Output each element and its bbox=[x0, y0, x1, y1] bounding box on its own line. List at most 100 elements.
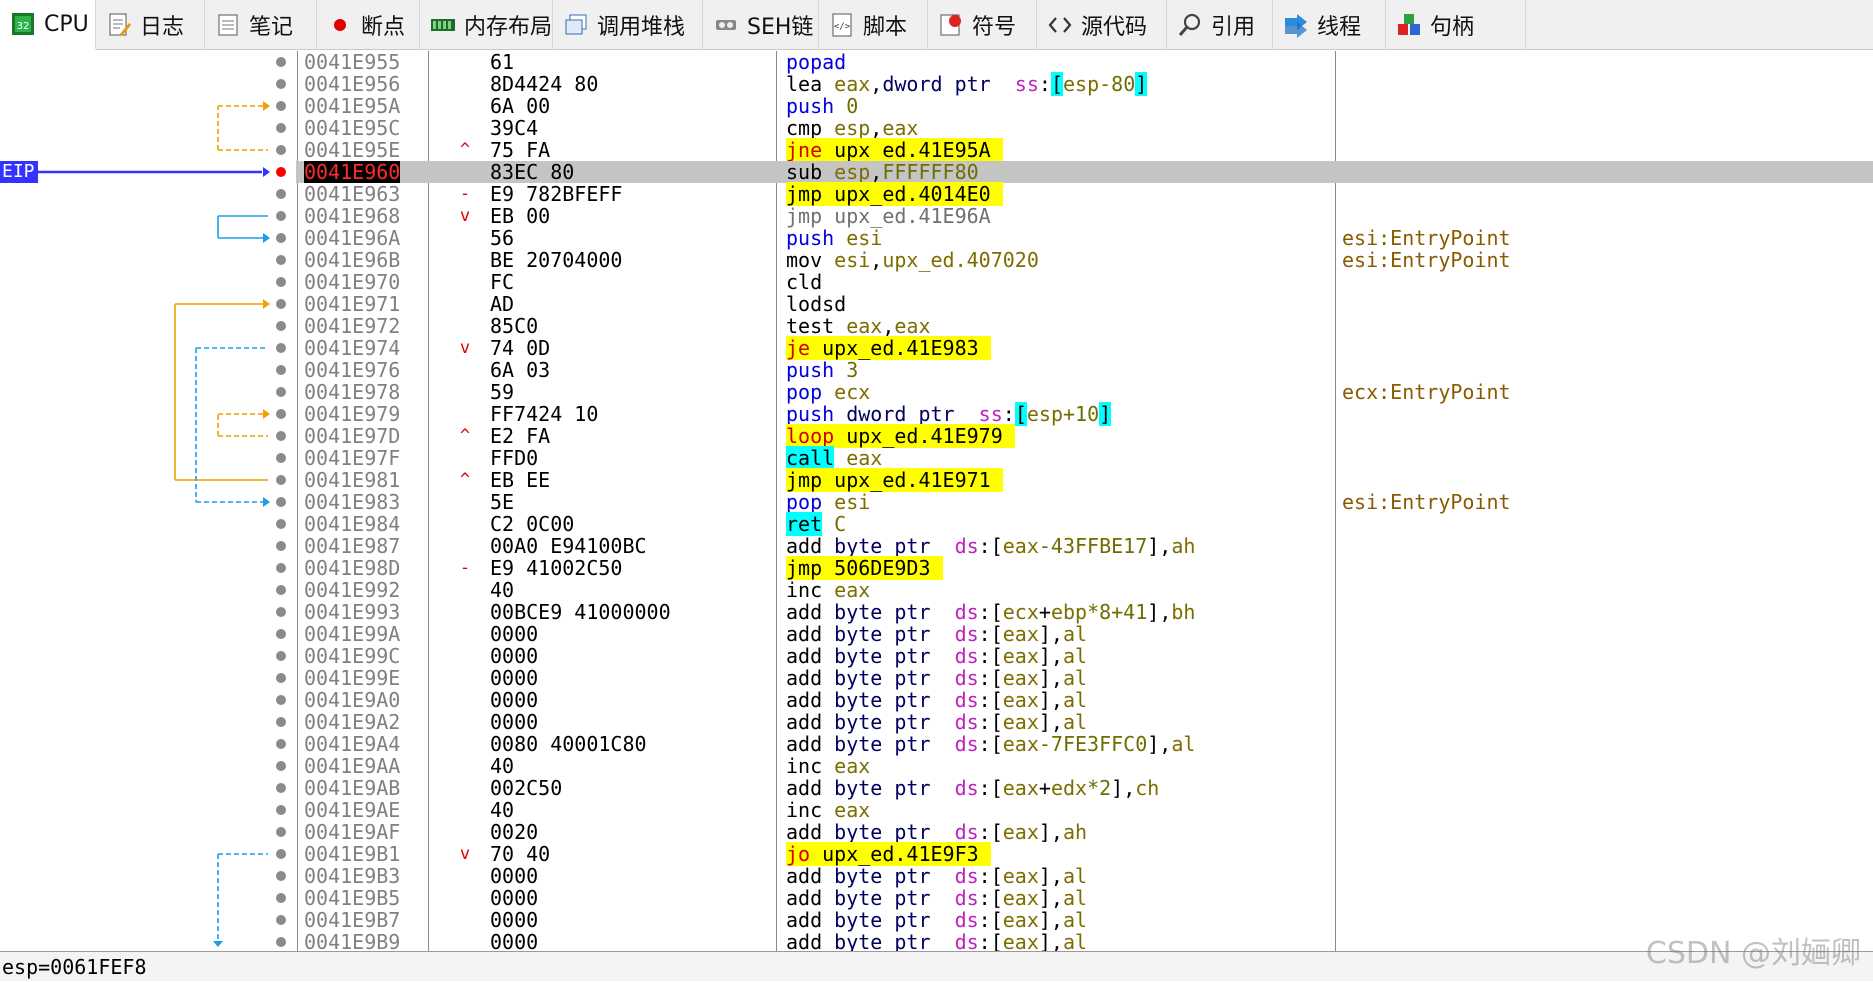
instruction-address[interactable]: 0041E9B1 bbox=[304, 843, 400, 865]
instruction-address[interactable]: 0041E99E bbox=[304, 667, 400, 689]
instruction-bytes[interactable]: 0020 bbox=[490, 821, 538, 843]
instruction-bytes[interactable]: 0000 bbox=[490, 645, 538, 667]
instruction-bytes[interactable]: C2 0C00 bbox=[490, 513, 574, 535]
instruction-bytes[interactable]: FF7424 10 bbox=[490, 403, 598, 425]
instruction-bytes[interactable]: EB EE bbox=[490, 469, 550, 491]
gutter-dot-icon[interactable] bbox=[276, 343, 286, 353]
comment-text[interactable]: esi:EntryPoint bbox=[1342, 491, 1511, 513]
disassembly-text[interactable]: add byte ptr ds:[eax+edx*2],ch bbox=[786, 777, 1159, 799]
tab-handles[interactable]: 句柄 bbox=[1386, 0, 1526, 50]
gutter-dot-icon[interactable] bbox=[276, 145, 286, 155]
gutter-dot-icon[interactable] bbox=[276, 79, 286, 89]
gutter-dot-icon[interactable] bbox=[276, 937, 286, 947]
instruction-bytes[interactable]: 002C50 bbox=[490, 777, 562, 799]
gutter-dot-icon[interactable] bbox=[276, 387, 286, 397]
instruction-bytes[interactable]: 00BCE9 41000000 bbox=[490, 601, 671, 623]
gutter-dot-icon[interactable] bbox=[276, 585, 286, 595]
instruction-bytes[interactable]: 0000 bbox=[490, 909, 538, 931]
disassembly-text[interactable]: add byte ptr ds:[eax],al bbox=[786, 645, 1087, 667]
instruction-address[interactable]: 0041E9B5 bbox=[304, 887, 400, 909]
instruction-address[interactable]: 0041E972 bbox=[304, 315, 400, 337]
disassembly-text[interactable]: pop esi bbox=[786, 491, 870, 513]
gutter-dot-icon[interactable] bbox=[276, 717, 286, 727]
instruction-address[interactable]: 0041E9A2 bbox=[304, 711, 400, 733]
disassembly-text[interactable]: add byte ptr ds:[ecx+ebp*8+41],bh bbox=[786, 601, 1195, 623]
instruction-bytes[interactable]: 0000 bbox=[490, 865, 538, 887]
tab-symbols[interactable]: 符号 bbox=[928, 0, 1037, 50]
disassembly-text[interactable]: inc eax bbox=[786, 799, 870, 821]
gutter-dot-icon[interactable] bbox=[276, 629, 286, 639]
gutter-dot-icon[interactable] bbox=[276, 761, 286, 771]
gutter-dot-icon[interactable] bbox=[276, 365, 286, 375]
disassembly-text[interactable]: add byte ptr ds:[eax],al bbox=[786, 865, 1087, 887]
gutter-dot-icon[interactable] bbox=[276, 607, 286, 617]
instruction-address[interactable]: 0041E96B bbox=[304, 249, 400, 271]
gutter-dot-icon[interactable] bbox=[276, 739, 286, 749]
instruction-address[interactable]: 0041E97F bbox=[304, 447, 400, 469]
instruction-bytes[interactable]: 0000 bbox=[490, 711, 538, 733]
gutter-dot-icon[interactable] bbox=[276, 805, 286, 815]
disassembly-text[interactable]: inc eax bbox=[786, 755, 870, 777]
disassembly-text[interactable]: je upx_ed.41E983 bbox=[786, 336, 991, 360]
disassembly-text[interactable]: push esi bbox=[786, 227, 882, 249]
disassembly-text[interactable]: lodsd bbox=[786, 293, 846, 315]
disassembly-text[interactable]: add byte ptr ds:[eax-43FFBE17],ah bbox=[786, 535, 1195, 557]
disassembly-text[interactable]: ret C bbox=[786, 512, 846, 536]
disassembly-text[interactable]: add byte ptr ds:[eax],al bbox=[786, 711, 1087, 733]
disassembly-text[interactable]: push 0 bbox=[786, 95, 858, 117]
instruction-address[interactable]: 0041E9B9 bbox=[304, 931, 400, 951]
gutter-dot-icon[interactable] bbox=[276, 475, 286, 485]
instruction-address[interactable]: 0041E971 bbox=[304, 293, 400, 315]
disassembly-text[interactable]: jmp upx_ed.4014E0 bbox=[786, 182, 1003, 206]
comment-text[interactable]: ecx:EntryPoint bbox=[1342, 381, 1511, 403]
instruction-bytes[interactable]: 6A 03 bbox=[490, 359, 550, 381]
gutter-dot-icon[interactable] bbox=[276, 915, 286, 925]
gutter-dot-icon[interactable] bbox=[276, 849, 286, 859]
instruction-address[interactable]: 0041E970 bbox=[304, 271, 400, 293]
gutter-dot-icon[interactable] bbox=[276, 321, 286, 331]
instruction-address[interactable]: 0041E981 bbox=[304, 469, 400, 491]
instruction-bytes[interactable]: EB 00 bbox=[490, 205, 550, 227]
disassembly-text[interactable]: call eax bbox=[786, 446, 882, 470]
disassembly-text[interactable]: popad bbox=[786, 51, 846, 73]
instruction-bytes[interactable]: 8D4424 80 bbox=[490, 73, 598, 95]
tab-script[interactable]: </> 脚本 bbox=[819, 0, 928, 50]
disassembly-text[interactable]: jo upx_ed.41E9F3 bbox=[786, 842, 991, 866]
tab-seh-chain[interactable]: SEH链 bbox=[703, 0, 819, 50]
tab-breakpoint[interactable]: 断点 bbox=[317, 0, 420, 50]
disassembly-text[interactable]: add byte ptr ds:[eax-7FE3FFC0],al bbox=[786, 733, 1195, 755]
instruction-address[interactable]: 0041E987 bbox=[304, 535, 400, 557]
instruction-address[interactable]: 0041E979 bbox=[304, 403, 400, 425]
instruction-bytes[interactable]: AD bbox=[490, 293, 514, 315]
instruction-address[interactable]: 0041E9B7 bbox=[304, 909, 400, 931]
instruction-bytes[interactable]: 40 bbox=[490, 799, 514, 821]
tab-memory-map[interactable]: 内存布局 bbox=[420, 0, 553, 50]
instruction-address[interactable]: 0041E95E bbox=[304, 139, 400, 161]
gutter-dot-icon[interactable] bbox=[276, 233, 286, 243]
gutter-dot-icon[interactable] bbox=[276, 519, 286, 529]
gutter-dot-icon[interactable] bbox=[276, 409, 286, 419]
tab-source-code[interactable]: 源代码 bbox=[1037, 0, 1167, 50]
gutter-dot-icon[interactable] bbox=[276, 189, 286, 199]
disassembly-text[interactable]: inc eax bbox=[786, 579, 870, 601]
gutter-dot-icon[interactable] bbox=[276, 497, 286, 507]
gutter-dot-icon[interactable] bbox=[276, 277, 286, 287]
instruction-address[interactable]: 0041E956 bbox=[304, 73, 400, 95]
tab-cpu[interactable]: 32 CPU bbox=[0, 0, 96, 50]
instruction-bytes[interactable]: 40 bbox=[490, 579, 514, 601]
instruction-address[interactable]: 0041E9AE bbox=[304, 799, 400, 821]
instruction-bytes[interactable]: 0080 40001C80 bbox=[490, 733, 647, 755]
gutter-dot-icon[interactable] bbox=[276, 673, 286, 683]
gutter-dot-icon[interactable] bbox=[276, 871, 286, 881]
disassembly-text[interactable]: loop upx_ed.41E979 bbox=[786, 424, 1015, 448]
gutter-dot-icon[interactable] bbox=[276, 783, 286, 793]
comment-text[interactable]: esi:EntryPoint bbox=[1342, 249, 1511, 271]
instruction-address[interactable]: 0041E95A bbox=[304, 95, 400, 117]
instruction-bytes[interactable]: 5E bbox=[490, 491, 514, 513]
disassembly-text[interactable]: sub esp,FFFFFF80 bbox=[786, 161, 979, 183]
disassembly-view[interactable]: 0041E955 61 popad 0041E956 8D4424 80 lea eax,… bbox=[0, 51, 1873, 951]
tab-log[interactable]: 日志 bbox=[96, 0, 205, 50]
disassembly-text[interactable]: lea eax,dword ptr ss:[esp-80] bbox=[786, 72, 1148, 96]
instruction-address[interactable]: 0041E955 bbox=[304, 51, 400, 73]
instruction-bytes[interactable]: BE 20704000 bbox=[490, 249, 622, 271]
